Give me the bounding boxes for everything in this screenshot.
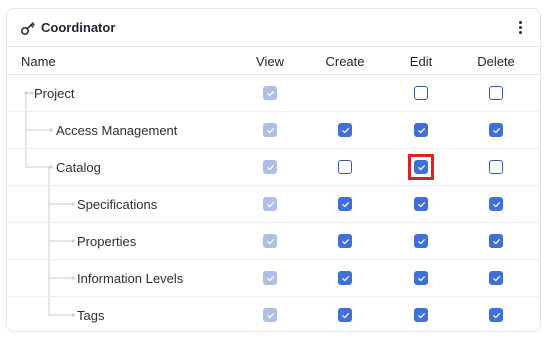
table-row: Access Management	[7, 112, 540, 149]
view-checkbox	[263, 234, 277, 248]
view-checkbox	[263, 160, 277, 174]
delete-checkbox[interactable]	[489, 271, 503, 285]
table-header: Name View Create Edit Delete	[7, 47, 540, 75]
more-vertical-icon[interactable]	[514, 19, 526, 37]
delete-checkbox[interactable]	[489, 123, 503, 137]
create-checkbox[interactable]	[338, 160, 352, 174]
view-checkbox	[263, 271, 277, 285]
table-row: Catalog	[7, 149, 540, 186]
permissions-card: Coordinator Name View Create Edit Delete	[6, 8, 541, 332]
table-row: Tags	[7, 297, 540, 331]
edit-checkbox[interactable]	[414, 123, 428, 137]
create-checkbox[interactable]	[338, 197, 352, 211]
edit-checkbox[interactable]	[414, 86, 428, 100]
row-label: Catalog	[56, 160, 101, 175]
card-header: Coordinator	[7, 9, 540, 47]
view-checkbox	[263, 123, 277, 137]
card-title: Coordinator	[41, 20, 116, 35]
edit-checkbox[interactable]	[414, 271, 428, 285]
table-row: Properties	[7, 223, 540, 260]
row-label: Access Management	[56, 123, 178, 138]
row-label: Information Levels	[77, 271, 184, 286]
row-label: Properties	[77, 234, 137, 249]
delete-checkbox[interactable]	[489, 160, 503, 174]
create-checkbox[interactable]	[338, 271, 352, 285]
edit-checkbox[interactable]	[414, 197, 428, 211]
create-checkbox[interactable]	[338, 234, 352, 248]
edit-checkbox[interactable]	[414, 234, 428, 248]
table-row: Information Levels	[7, 260, 540, 297]
column-header-name: Name	[21, 54, 56, 69]
column-header-edit: Edit	[409, 54, 433, 69]
row-label: Tags	[77, 308, 105, 323]
view-checkbox	[263, 308, 277, 322]
create-checkbox[interactable]	[338, 123, 352, 137]
table-row: Specifications	[7, 186, 540, 223]
delete-checkbox[interactable]	[489, 86, 503, 100]
view-checkbox	[263, 197, 277, 211]
row-label: Specifications	[77, 197, 158, 212]
key-icon	[21, 22, 35, 35]
edit-checkbox[interactable]	[414, 308, 428, 322]
row-label: Project	[34, 86, 75, 101]
delete-checkbox[interactable]	[489, 308, 503, 322]
table-row: Project	[7, 75, 540, 112]
delete-checkbox[interactable]	[489, 197, 503, 211]
create-checkbox[interactable]	[338, 308, 352, 322]
delete-checkbox[interactable]	[489, 234, 503, 248]
column-header-delete: Delete	[477, 54, 515, 69]
column-header-view: View	[256, 54, 284, 69]
edit-checkbox[interactable]	[414, 160, 428, 174]
column-header-create: Create	[325, 54, 365, 69]
view-checkbox	[263, 86, 277, 100]
